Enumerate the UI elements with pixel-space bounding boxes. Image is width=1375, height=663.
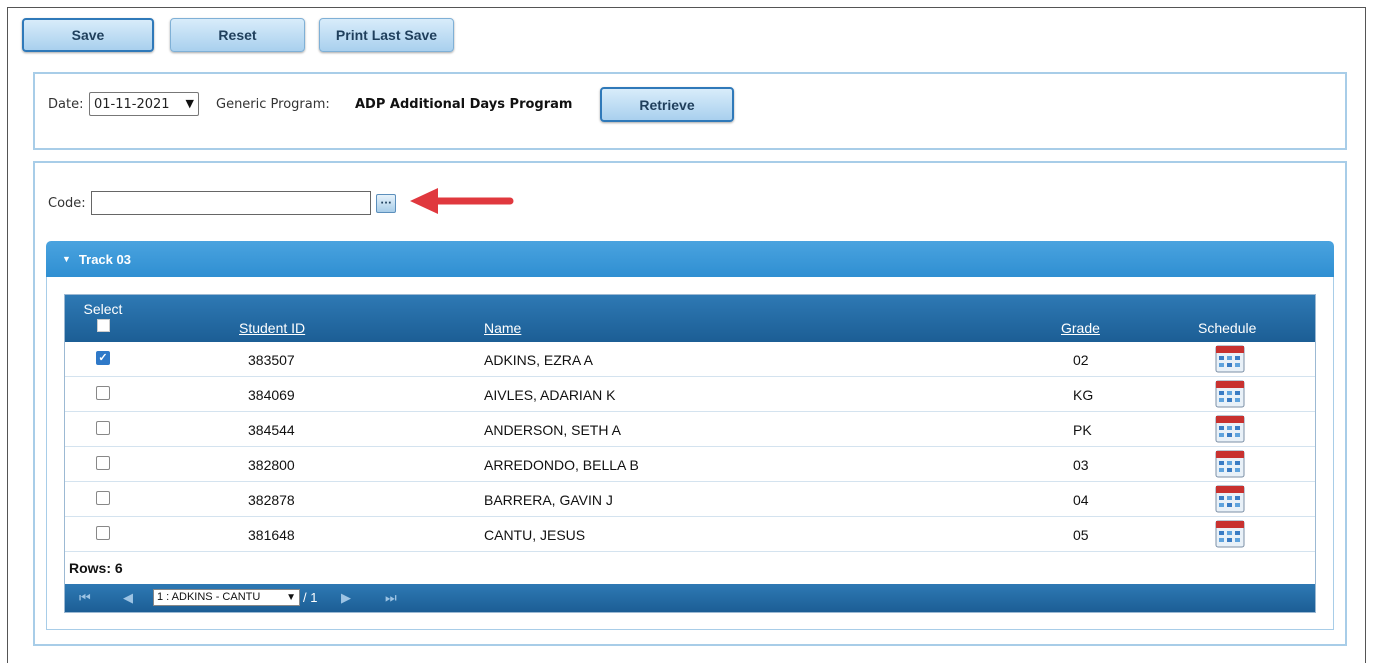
name-cell: ADKINS, EZRA A: [484, 352, 593, 368]
grade-cell: 02: [1073, 352, 1089, 368]
row-select-checkbox[interactable]: [96, 386, 110, 400]
grid-header: Select Student ID Name Grade Schedule: [65, 295, 1315, 342]
code-lookup-button[interactable]: ···: [376, 194, 396, 213]
row-select-checkbox[interactable]: [96, 456, 110, 470]
select-all-checkbox[interactable]: [96, 319, 110, 332]
grid-rows: ✓ 383507 ADKINS, EZRA A 02 384069 AIVLES, ADA…: [65, 342, 1315, 552]
name-cell: ARREDONDO, BELLA B: [484, 457, 639, 473]
page-select-value: 1 : ADKINS - CANTU: [157, 591, 261, 603]
previous-page-icon[interactable]: ◀: [123, 590, 133, 606]
table-row: 384544 ANDERSON, SETH A PK: [65, 412, 1315, 447]
row-select-checkbox[interactable]: [96, 526, 110, 540]
select-header-label: Select: [83, 301, 123, 317]
table-row: 384069 AIVLES, ADARIAN K KG: [65, 377, 1315, 412]
name-header[interactable]: Name: [484, 320, 521, 336]
grade-cell: PK: [1073, 422, 1092, 438]
date-select[interactable]: 01-11-2021 ▼: [89, 92, 199, 116]
red-arrow-icon: [410, 188, 514, 214]
table-row: 382800 ARREDONDO, BELLA B 03: [65, 447, 1315, 482]
student-id-cell: 384069: [248, 387, 295, 403]
code-input[interactable]: [91, 191, 371, 215]
chevron-down-icon: ▼: [185, 97, 194, 110]
grade-cell: KG: [1073, 387, 1094, 403]
collapse-triangle-icon: ▼: [62, 254, 71, 264]
row-select-checkbox[interactable]: ✓: [96, 351, 110, 365]
row-select-checkbox[interactable]: [96, 491, 110, 505]
grade-cell: 05: [1073, 527, 1089, 543]
chevron-down-icon: ▼: [286, 592, 296, 603]
student-id-cell: 382878: [248, 492, 295, 508]
page-total: / 1: [303, 590, 318, 605]
rows-count: Rows: 6: [69, 560, 123, 576]
name-cell: BARRERA, GAVIN J: [484, 492, 613, 508]
grid-pager: ⏮ ◀ 1 : ADKINS - CANTU ▼ / 1 ▶ ⏭: [65, 584, 1315, 612]
student-id-cell: 381648: [248, 527, 295, 543]
date-label: Date:: [48, 97, 84, 112]
generic-program-label: Generic Program:: [216, 97, 330, 112]
student-grid: Select Student ID Name Grade Schedule ✓ 3…: [64, 294, 1316, 613]
calendar-icon[interactable]: [1215, 415, 1245, 443]
table-row: 382878 BARRERA, GAVIN J 04: [65, 482, 1315, 517]
calendar-icon[interactable]: [1215, 450, 1245, 478]
calendar-icon[interactable]: [1215, 520, 1245, 548]
page-select[interactable]: 1 : ADKINS - CANTU ▼: [153, 589, 300, 606]
retrieve-button[interactable]: Retrieve: [600, 87, 734, 122]
calendar-icon[interactable]: [1215, 380, 1245, 408]
generic-program-value: ADP Additional Days Program: [355, 97, 573, 112]
save-button[interactable]: Save: [22, 18, 154, 52]
name-cell: CANTU, JESUS: [484, 527, 586, 543]
track-header[interactable]: ▼ Track 03: [46, 241, 1334, 277]
calendar-icon[interactable]: [1215, 345, 1245, 373]
student-id-cell: 384544: [248, 422, 295, 438]
row-select-checkbox[interactable]: [96, 421, 110, 435]
select-column-header: Select: [83, 301, 123, 332]
name-cell: ANDERSON, SETH A: [484, 422, 621, 438]
student-id-header[interactable]: Student ID: [239, 320, 305, 336]
schedule-header: Schedule: [1198, 320, 1257, 336]
date-value: 01-11-2021: [94, 96, 170, 112]
first-page-icon[interactable]: ⏮: [79, 590, 91, 606]
name-cell: AIVLES, ADARIAN K: [484, 387, 616, 403]
grade-cell: 03: [1073, 457, 1089, 473]
code-label: Code:: [48, 196, 86, 211]
grade-cell: 04: [1073, 492, 1089, 508]
grade-header[interactable]: Grade: [1061, 320, 1100, 336]
last-page-icon[interactable]: ⏭: [385, 590, 397, 606]
print-last-save-button[interactable]: Print Last Save: [319, 18, 454, 52]
table-row: 381648 CANTU, JESUS 05: [65, 517, 1315, 552]
next-page-icon[interactable]: ▶: [341, 590, 351, 606]
table-row: ✓ 383507 ADKINS, EZRA A 02: [65, 342, 1315, 377]
track-title: Track 03: [78, 251, 131, 267]
reset-button[interactable]: Reset: [170, 18, 305, 52]
student-id-cell: 383507: [248, 352, 295, 368]
student-id-cell: 382800: [248, 457, 295, 473]
calendar-icon[interactable]: [1215, 485, 1245, 513]
